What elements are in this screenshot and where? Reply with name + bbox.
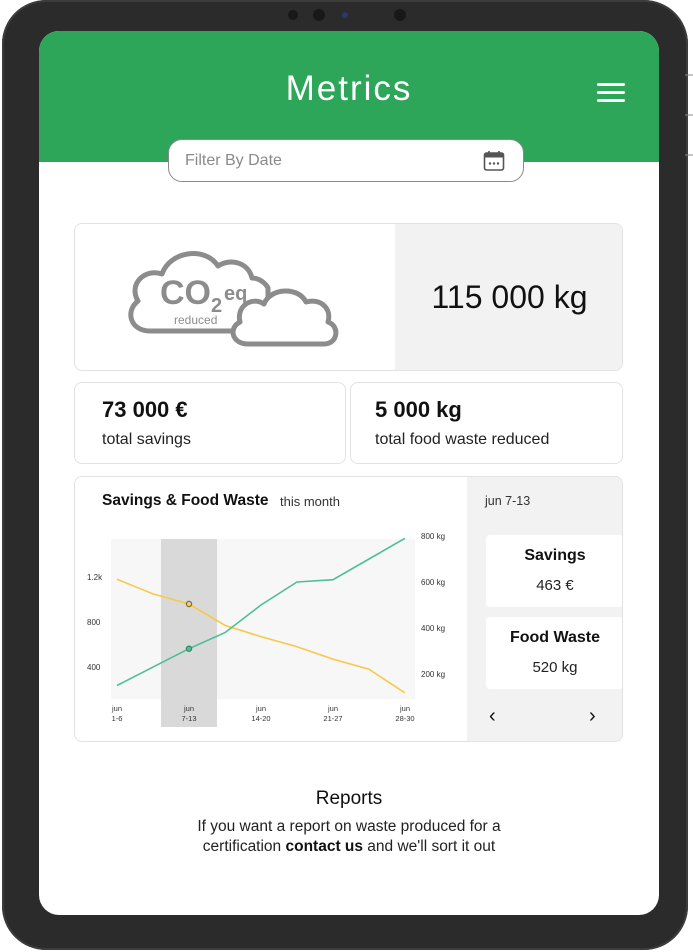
right-axis-tick-label: 800 kg bbox=[421, 532, 445, 541]
reports-text-after: and we'll sort it out bbox=[363, 838, 496, 855]
x-axis-tick-label: 7-13 bbox=[181, 714, 196, 723]
right-axis-tick-label: 600 kg bbox=[421, 578, 445, 587]
stat-value: 5 000 kg bbox=[375, 397, 462, 422]
highlighted-week-band bbox=[161, 539, 217, 727]
x-axis-tick-label: 14-20 bbox=[251, 714, 270, 723]
stat-card-savings: 73 000 € total savings bbox=[74, 382, 346, 464]
savings-detail-value: 463 € bbox=[536, 577, 574, 594]
app-screen: Metrics CO 2 eq reduced bbox=[39, 31, 659, 915]
camera-dot bbox=[394, 9, 406, 21]
co2-card: CO 2 eq reduced 115 000 kg bbox=[74, 223, 623, 371]
x-axis-tick-label: 28-30 bbox=[395, 714, 414, 723]
chart-card: Savings & Food Waste this month 400 800 1.… bbox=[74, 476, 623, 742]
co2-cloud-icon: CO 2 eq reduced bbox=[128, 251, 339, 347]
series-point-marker bbox=[185, 645, 193, 652]
hamburger-menu-icon[interactable] bbox=[597, 83, 625, 103]
calendar-icon[interactable] bbox=[483, 150, 505, 172]
camera-lens bbox=[342, 12, 348, 18]
reports-title: Reports bbox=[315, 788, 383, 809]
tablet-frame: Metrics CO 2 eq reduced bbox=[2, 0, 688, 950]
co2-value: 115 000 kg bbox=[431, 279, 588, 315]
co2-eq-text: eq bbox=[224, 283, 247, 305]
page-title: Metrics bbox=[285, 69, 413, 108]
savings-detail-card: Savings 463 € bbox=[486, 535, 622, 607]
left-axis-tick-label: 800 bbox=[87, 618, 101, 627]
x-axis-tick-label: jun bbox=[111, 704, 122, 713]
savings-waste-chart[interactable]: 4008001.2k200 kg400 kg600 kg800 kgjun1-6… bbox=[75, 477, 467, 742]
right-axis-tick-label: 200 kg bbox=[421, 670, 445, 679]
week-detail-panel: jun 7-13 Savings 463 € Food Waste 520 kg… bbox=[467, 477, 622, 741]
filter-date-input[interactable] bbox=[183, 148, 467, 174]
savings-detail-title: Savings bbox=[524, 547, 586, 564]
x-axis-tick-label: 21-27 bbox=[323, 714, 342, 723]
x-axis-tick-label: jun bbox=[399, 704, 410, 713]
camera-dot bbox=[313, 9, 325, 21]
stat-label: total food waste reduced bbox=[375, 431, 550, 448]
left-axis-tick-label: 400 bbox=[87, 663, 101, 672]
next-week-arrow-icon[interactable]: › bbox=[589, 705, 596, 728]
stat-value: 73 000 € bbox=[102, 397, 188, 422]
waste-detail-title: Food Waste bbox=[509, 629, 601, 646]
x-axis-tick-label: jun bbox=[327, 704, 338, 713]
x-axis-tick-label: jun bbox=[183, 704, 194, 713]
x-axis-tick-label: jun bbox=[255, 704, 266, 713]
contact-us-link[interactable]: contact us bbox=[285, 838, 363, 855]
stat-label: total savings bbox=[102, 431, 191, 448]
week-range: jun 7-13 bbox=[485, 494, 531, 508]
waste-detail-card: Food Waste 520 kg bbox=[486, 617, 622, 689]
x-axis-tick-label: 1-6 bbox=[112, 714, 123, 723]
co2-main-text: CO bbox=[160, 274, 211, 312]
camera-dot bbox=[288, 10, 298, 20]
reports-description: If you want a report on waste produced f… bbox=[159, 817, 539, 857]
stat-card-food-waste: 5 000 kg total food waste reduced bbox=[350, 382, 623, 464]
left-axis-tick-label: 1.2k bbox=[87, 573, 103, 582]
co2-reduced-text: reduced bbox=[174, 313, 217, 327]
date-filter[interactable] bbox=[168, 139, 524, 182]
right-axis-tick-label: 400 kg bbox=[421, 624, 445, 633]
chart-plot-area bbox=[111, 539, 415, 699]
prev-week-arrow-icon[interactable]: ‹ bbox=[489, 705, 496, 728]
waste-detail-value: 520 kg bbox=[532, 659, 578, 676]
edge-mark bbox=[685, 74, 693, 156]
